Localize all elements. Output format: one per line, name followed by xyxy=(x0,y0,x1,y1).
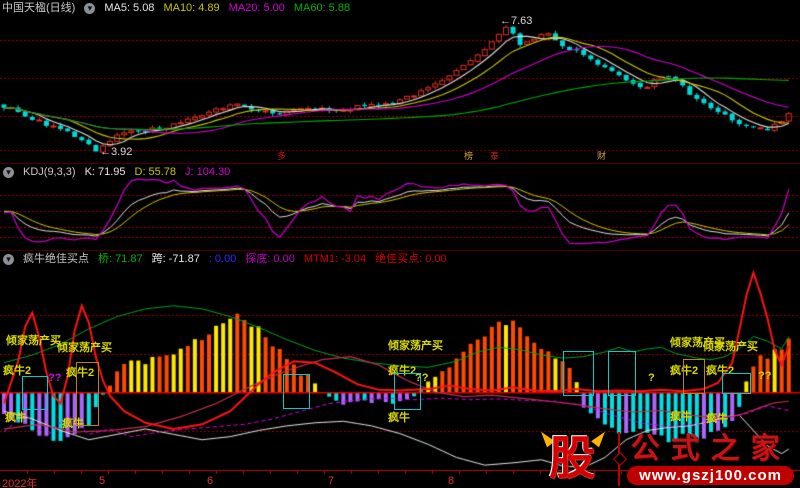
indicator-kua-value: 跨: -71.87 xyxy=(151,253,200,265)
chevron-down-icon[interactable]: ▾ xyxy=(84,2,96,14)
mini-watermark-char: 榜 xyxy=(464,151,474,161)
indicator-buypoint-value: 绝佳买点: 0.00 xyxy=(375,253,447,265)
axis-year-label: 2022年 xyxy=(2,478,38,488)
ma10-value: MA10: 4.89 xyxy=(163,2,220,14)
axis-month-label[interactable]: 6 xyxy=(207,475,213,487)
indicator-signal-label: 倾家荡产买 xyxy=(388,340,443,352)
symbol-title: 中国天楹(日线) xyxy=(2,2,76,14)
custom-indicator-header: ▾ 疯牛绝佳买点 桥: 71.87 跨: -71.87 :0.00 探底: 0.00 … xyxy=(3,253,447,265)
signal-box xyxy=(283,374,310,409)
indicator-signal-label: 疯牛 xyxy=(670,411,692,423)
indicator-signal-label: ?? xyxy=(48,372,62,384)
watermark-logo-char: 股 xyxy=(549,433,596,484)
indicator-qiao-value: 桥: 71.87 xyxy=(98,253,143,265)
bull-logo-icon: 股 xyxy=(537,428,611,487)
kdj-j-value: J: 104.30 xyxy=(185,166,231,178)
ma60-value: MA60: 5.88 xyxy=(293,2,351,14)
annotation-layer: 倾家荡产买 倾家荡产买 疯牛2 疯牛2?? 疯牛 疯牛 倾家荡产买 疯牛2?? 疯牛 倾家荡产买倾… xyxy=(0,0,800,488)
indicator-mtm1-value: MTM1: -3.04 xyxy=(303,253,367,265)
indicator-tandi-value: 探底: 0.00 xyxy=(245,253,295,265)
signal-box xyxy=(76,362,99,426)
stock-app-window: 中国天楹(日线) ▾ MA5: 5.08 MA10: 4.89 MA20: 5.00 … xyxy=(0,0,800,488)
low-price-label: ←3.92 xyxy=(100,146,133,158)
indicator-signal-label: ? xyxy=(648,372,655,384)
axis-month-label[interactable]: 7 xyxy=(328,475,334,487)
signal-box xyxy=(394,373,421,410)
indicator-signal-label: 疯牛 xyxy=(388,412,410,424)
ma20-value: MA20: 5.00 xyxy=(228,2,285,14)
axis-month-label[interactable]: 5 xyxy=(99,475,105,487)
signal-box xyxy=(563,351,594,396)
mini-watermark-char: 多 xyxy=(277,151,287,161)
indicator-name: 疯牛绝佳买点 xyxy=(23,253,89,265)
ma5-value: MA5: 5.08 xyxy=(104,2,155,14)
kdj-d-value: D: 55.78 xyxy=(134,166,177,178)
main-chart-header: 中国天楹(日线) ▾ MA5: 5.08 MA10: 4.89 MA20: 5.00 … xyxy=(2,2,350,14)
watermark-brand: 公式之家 xyxy=(630,432,791,465)
diamond-icon xyxy=(613,451,628,467)
signal-box xyxy=(22,376,48,410)
high-price-label: ←7.63 xyxy=(500,15,533,27)
signal-box xyxy=(608,351,636,396)
watermark-url: www.gszj100.com xyxy=(627,465,794,485)
watermark-divider xyxy=(613,432,628,486)
indicator-signal-label: 倾家荡产买 xyxy=(57,342,112,354)
signal-box xyxy=(722,373,751,394)
kdj-indicator-name: KDJ(9,3,3) xyxy=(23,166,76,178)
chevron-down-icon[interactable]: ▾ xyxy=(3,166,14,178)
indicator-signal-label: ?? xyxy=(758,370,772,382)
axis-month-label[interactable]: 8 xyxy=(448,475,454,487)
kdj-k-value: K: 71.95 xyxy=(84,166,126,178)
indicator-blue-value: :0.00 xyxy=(208,253,237,265)
mini-watermark-char: 泰 xyxy=(490,151,500,161)
indicator-signal-label: 疯牛 xyxy=(706,413,728,425)
watermark: 股 公式之家 www.gszj100.com xyxy=(537,428,794,487)
indicator-signal-label: 疯牛 xyxy=(5,412,27,424)
indicator-signal-label: 倾家荡产买 xyxy=(703,341,758,353)
chevron-down-icon[interactable]: ▾ xyxy=(3,253,14,265)
kdj-header: ▾ KDJ(9,3,3) K: 71.95 D: 55.78 J: 104.30 xyxy=(3,166,230,178)
signal-box xyxy=(683,359,705,394)
indicator-signal-label: 倾家荡产买 xyxy=(6,335,61,347)
mini-watermark-char: 财 xyxy=(597,151,607,161)
